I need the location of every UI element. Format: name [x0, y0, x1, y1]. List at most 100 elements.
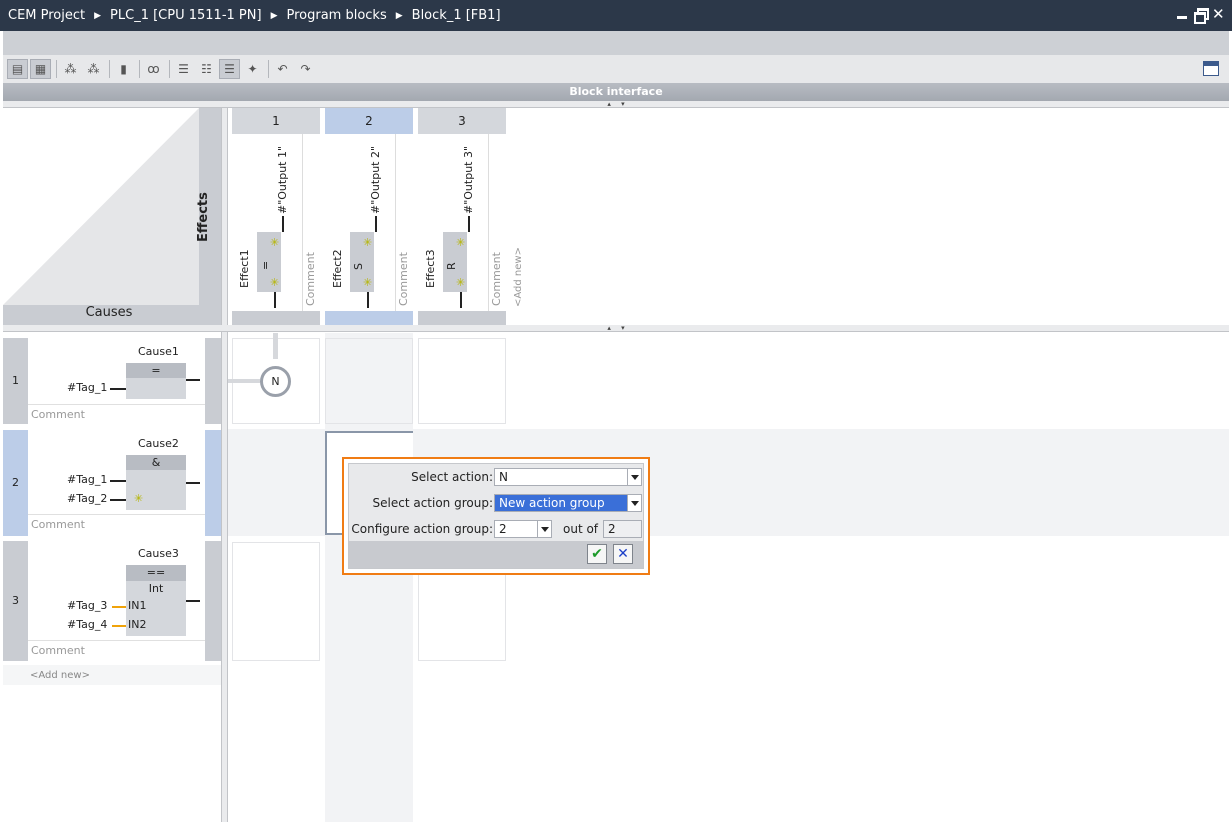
effect-block[interactable]: R ✳ ✳ — [443, 232, 467, 292]
effect-output[interactable]: #"Output 2" — [369, 146, 382, 214]
select-action-group-dropdown[interactable]: New action group — [494, 494, 642, 512]
overview-icon[interactable]: ▦ — [30, 59, 51, 79]
effect-number[interactable]: 3 — [418, 108, 506, 134]
intersection-cell[interactable] — [418, 338, 506, 424]
effect-name[interactable]: Effect2 — [331, 249, 344, 288]
horizontal-splitter-top[interactable]: ▴ ▾ — [3, 101, 1229, 108]
effect-number[interactable]: 1 — [232, 108, 320, 134]
effect-block[interactable]: = ✳ ✳ — [257, 232, 281, 292]
pin-star-icon: ✳ — [270, 236, 280, 249]
intersection-cell[interactable] — [232, 542, 320, 661]
effect-column-2[interactable]: 2 Effect2 S ✳ ✳ #"Output 2" Comment — [325, 108, 413, 325]
select-action-dropdown[interactable]: N — [494, 468, 642, 486]
effect-name[interactable]: Effect3 — [424, 249, 437, 288]
check-icon[interactable]: ✔ — [587, 544, 607, 564]
cause-block[interactable]: & ✳ — [126, 455, 186, 510]
chevron-down-icon[interactable] — [627, 469, 641, 485]
effect-column-1[interactable]: 1 Effect1 = ✳ ✳ #"Output 1" Comment — [232, 108, 320, 325]
close-icon[interactable]: ✕ — [1212, 7, 1225, 22]
cause-block[interactable]: = — [126, 363, 186, 399]
cause-operator: & — [126, 455, 186, 470]
monitoring-icon[interactable]: ꝏ — [143, 59, 164, 79]
toolbar-divider — [139, 60, 140, 78]
cause-row-number[interactable]: 3 — [3, 541, 28, 661]
effect-output[interactable]: #"Output 3" — [462, 146, 475, 214]
select-action-label: Select action: — [411, 470, 493, 484]
select-action-group-value: New action group — [499, 496, 605, 510]
cause-name[interactable]: Cause1 — [138, 345, 179, 358]
list-view-icon[interactable]: ☰ — [219, 59, 240, 79]
effect-operator: R — [445, 262, 458, 270]
add-new-effect[interactable]: <Add new> — [513, 247, 524, 307]
effect-footer — [325, 311, 413, 325]
insert-effect-icon[interactable]: ⁂ — [83, 59, 104, 79]
cause-block[interactable]: == Int IN1 IN2 — [126, 565, 186, 636]
expand-all-icon[interactable]: ☰ — [173, 59, 194, 79]
view-toggle-icon[interactable]: ▤ — [7, 59, 28, 79]
collapse-all-icon[interactable]: ☷ — [196, 59, 217, 79]
effect-output[interactable]: #"Output 1" — [276, 146, 289, 214]
cause-input-tag[interactable]: #Tag_3 — [67, 599, 107, 612]
insert-cause-icon[interactable]: ⁂ — [60, 59, 81, 79]
pin-star-icon: ✳ — [456, 276, 466, 289]
cause-name[interactable]: Cause3 — [138, 547, 179, 560]
effect-name[interactable]: Effect1 — [238, 249, 251, 288]
cause-input-tag[interactable]: #Tag_4 — [67, 618, 107, 631]
effect-operator: S — [352, 263, 365, 270]
intersection-wire — [228, 379, 260, 383]
restore-icon[interactable] — [1194, 8, 1209, 24]
cause-row-bar — [205, 430, 221, 536]
effect-column-3[interactable]: 3 Effect3 R ✳ ✳ #"Output 3" Comment — [418, 108, 506, 325]
effect-comment-cell[interactable]: Comment — [395, 134, 413, 311]
title-bar: CEM Project ▶ PLC_1 [CPU 1511-1 PN] ▶ Pr… — [0, 0, 1232, 31]
out-of-label: out of — [563, 522, 599, 536]
breadcrumb-program-blocks[interactable]: Program blocks — [286, 8, 386, 23]
go-to-icon[interactable]: ↶ — [272, 59, 293, 79]
cause-row-number[interactable]: 1 — [3, 338, 28, 424]
go-back-icon[interactable]: ↷ — [295, 59, 316, 79]
cause-comment[interactable]: Comment — [28, 640, 205, 660]
wire — [460, 292, 462, 308]
cause-input-tag[interactable]: #Tag_1 — [67, 473, 107, 486]
x-icon[interactable]: ✕ — [613, 544, 633, 564]
breadcrumb-plc[interactable]: PLC_1 [CPU 1511-1 PN] — [110, 8, 262, 23]
intersection-cell[interactable] — [325, 338, 413, 424]
cause-name[interactable]: Cause2 — [138, 437, 179, 450]
highlight-icon[interactable]: ✦ — [242, 59, 263, 79]
cause-input-tag[interactable]: #Tag_1 — [67, 381, 107, 394]
cause-row-1[interactable]: 1 Cause1 = #Tag_1 Comment — [3, 338, 221, 424]
intersection-wire — [273, 333, 278, 359]
cause-comment[interactable]: Comment — [28, 514, 205, 534]
cause-comment[interactable]: Comment — [28, 404, 205, 424]
minimize-icon[interactable] — [1176, 8, 1188, 20]
configure-action-group-dropdown[interactable]: 2 — [494, 520, 552, 538]
block-interface-bar[interactable]: Block interface — [3, 83, 1229, 101]
add-new-cause[interactable]: <Add new> — [3, 665, 221, 685]
cause-row-3[interactable]: 3 Cause3 == Int IN1 IN2 #Tag_3 #Tag_4 Co… — [3, 541, 221, 661]
vertical-splitter[interactable] — [221, 108, 228, 822]
chevron-down-icon[interactable] — [627, 495, 641, 511]
effect-block[interactable]: S ✳ ✳ — [350, 232, 374, 292]
breadcrumb-separator-icon: ▶ — [395, 10, 403, 21]
window-layout-icon[interactable] — [1203, 61, 1219, 76]
effect-body: Effect2 S ✳ ✳ #"Output 2" — [325, 134, 395, 311]
cause-input-tag[interactable]: #Tag_2 — [67, 492, 107, 505]
cause-operator: == — [126, 565, 186, 580]
breadcrumb-separator-icon: ▶ — [94, 10, 102, 21]
cause-row-2[interactable]: 2 Cause2 & ✳ #Tag_1 #Tag_2 Comment — [3, 430, 221, 536]
toolbar-divider — [56, 60, 57, 78]
cause-row-number[interactable]: 2 — [3, 430, 28, 536]
chevron-down-icon[interactable] — [537, 521, 551, 537]
breadcrumb-project[interactable]: CEM Project — [8, 8, 85, 23]
delete-icon[interactable]: ▮ — [113, 59, 134, 79]
pin-star-icon: ✳ — [363, 236, 373, 249]
horizontal-splitter-bottom[interactable]: ▴ ▾ — [3, 325, 1229, 332]
effect-comment-cell[interactable]: Comment — [488, 134, 506, 311]
effect-comment: Comment — [490, 252, 503, 306]
action-n-node[interactable]: N — [260, 366, 291, 397]
breadcrumb-block[interactable]: Block_1 [FB1] — [412, 8, 501, 23]
effect-comment-cell[interactable]: Comment — [302, 134, 320, 311]
effect-footer — [232, 311, 320, 325]
cause-row-bar — [205, 338, 221, 424]
effect-number[interactable]: 2 — [325, 108, 413, 134]
